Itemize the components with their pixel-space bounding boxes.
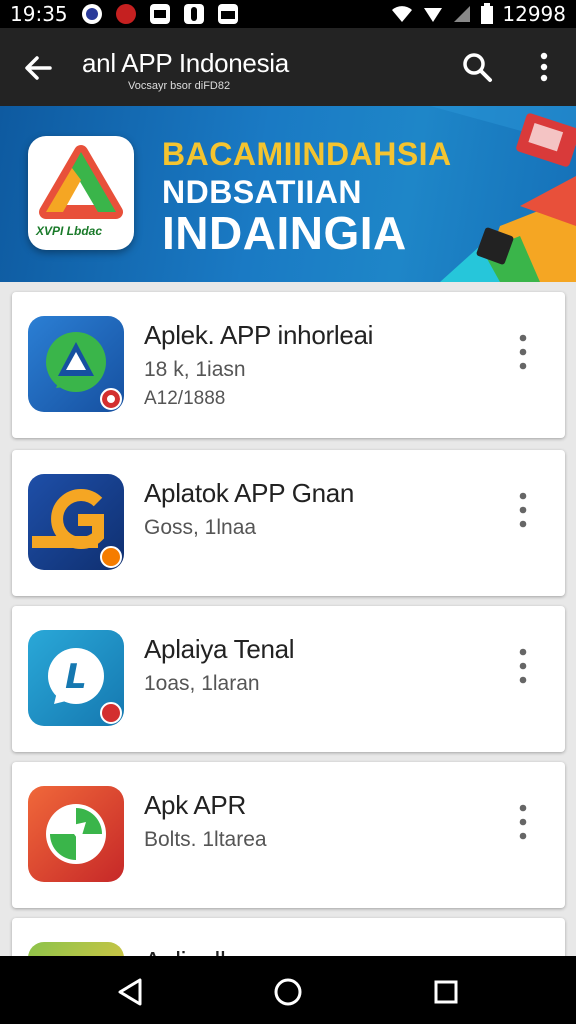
battery-icon bbox=[481, 3, 494, 24]
banner-headline-3: INDAINGIA bbox=[162, 207, 407, 259]
back-button[interactable] bbox=[20, 50, 56, 86]
back-arrow-icon bbox=[25, 56, 52, 80]
app-name: Aplatok APP Gnan bbox=[144, 478, 355, 508]
status-bar: 19:35 12998 bbox=[0, 0, 576, 28]
search-button[interactable] bbox=[460, 50, 494, 84]
app-meta: Bolts. 1ltarea bbox=[144, 828, 267, 851]
app-meta: Goss, 1lnaa bbox=[144, 516, 257, 539]
nav-recents-button[interactable] bbox=[428, 974, 464, 1010]
app-name: Aplek. APP inhorleai bbox=[144, 320, 374, 350]
app-icon-1 bbox=[28, 316, 124, 412]
banner-headline-1: BACAMIINDAHSIA bbox=[162, 136, 452, 172]
app-meta-secondary: A12/1888 bbox=[144, 388, 226, 409]
app-list-item[interactable]: Aplek. APP inhorleai 18 k, 1iasn A12/188… bbox=[12, 292, 565, 438]
more-vertical-icon bbox=[519, 334, 527, 370]
recycle-logo-icon bbox=[46, 804, 106, 864]
banner-logo: XVPI Lbdac bbox=[28, 136, 134, 250]
app-list-item[interactable]: Aplatok APP Gnan Goss, 1lnaa bbox=[12, 450, 565, 596]
page-title: anl APP Indonesia bbox=[82, 48, 289, 78]
app-more-button[interactable] bbox=[510, 490, 536, 530]
app-name: Aplaiya Tenal bbox=[144, 634, 295, 664]
recents-square-icon bbox=[434, 980, 458, 1004]
more-vertical-icon bbox=[540, 52, 548, 82]
back-triangle-icon bbox=[118, 978, 142, 1006]
more-vertical-icon bbox=[519, 492, 527, 528]
status-battery-text: 12998 bbox=[502, 2, 566, 26]
more-vertical-icon bbox=[519, 648, 527, 684]
app-list-item[interactable]: L Aplaiya Tenal 1oas, 1laran bbox=[12, 606, 565, 752]
app-meta: 1oas, 1laran bbox=[144, 672, 260, 695]
badge-icon bbox=[100, 702, 122, 724]
status-time: 19:35 bbox=[10, 2, 68, 26]
notification-icon-2 bbox=[115, 4, 136, 24]
badge-icon bbox=[100, 546, 122, 568]
signal-icon-2 bbox=[454, 6, 471, 22]
app-icon-2 bbox=[28, 474, 124, 570]
more-options-button[interactable] bbox=[530, 50, 558, 84]
search-icon bbox=[463, 53, 492, 82]
app-name: Apk APR bbox=[144, 790, 246, 820]
navigation-bar bbox=[0, 956, 576, 1024]
app-bar: anl APP Indonesia Vocsayr bsor diFD82 bbox=[0, 28, 576, 106]
nav-home-button[interactable] bbox=[270, 974, 306, 1010]
promo-banner[interactable]: XVPI Lbdac BACAMIINDAHSIA NDBSATIIAN IND… bbox=[0, 106, 576, 282]
app-icon-3: L bbox=[28, 630, 124, 726]
banner-logo-text: XVPI Lbdac bbox=[36, 224, 103, 238]
notification-icon-5 bbox=[217, 4, 238, 24]
svg-text:L: L bbox=[65, 657, 87, 697]
notification-icon-1 bbox=[81, 4, 102, 24]
notification-icon-4 bbox=[183, 4, 204, 24]
page-subtitle: Vocsayr bsor diFD82 bbox=[128, 80, 231, 92]
more-vertical-icon bbox=[519, 804, 527, 840]
app-more-button[interactable] bbox=[510, 332, 536, 372]
app-icon-4 bbox=[28, 786, 124, 882]
app-meta: 18 k, 1iasn bbox=[144, 358, 246, 381]
nav-back-button[interactable] bbox=[112, 974, 148, 1010]
signal-icon bbox=[424, 8, 443, 22]
home-circle-icon bbox=[274, 978, 302, 1006]
app-more-button[interactable] bbox=[510, 646, 536, 686]
app-more-button[interactable] bbox=[510, 802, 536, 842]
wifi-icon bbox=[392, 6, 413, 22]
notification-icon-3 bbox=[149, 4, 170, 24]
badge-icon bbox=[100, 388, 122, 410]
triangle-logo-icon bbox=[39, 145, 123, 219]
app-list-item[interactable]: Apk APR Bolts. 1ltarea bbox=[12, 762, 565, 908]
